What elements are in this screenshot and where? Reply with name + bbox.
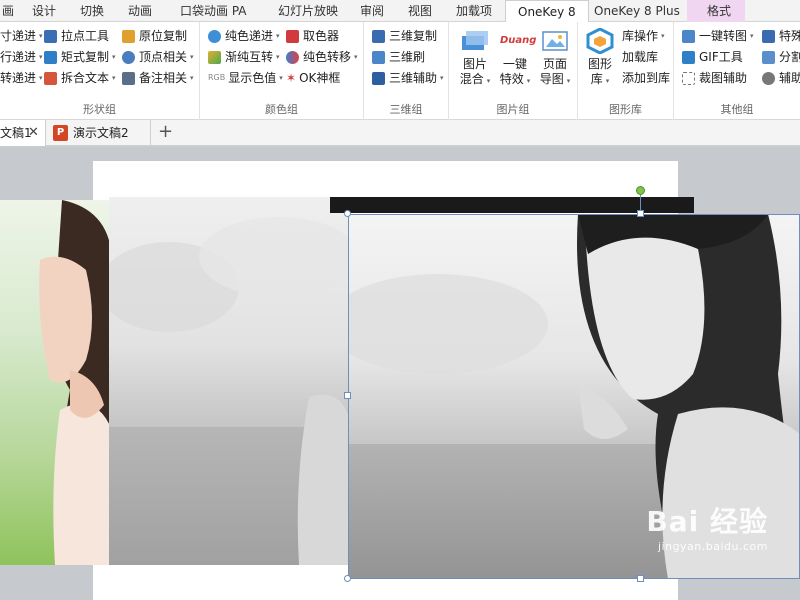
group-3d-label: 三维组 xyxy=(389,103,423,116)
duang-icon: Duang xyxy=(500,35,537,46)
group-library: 图形 库 ▾ 库操作 ▾ 加载库 添加到库 图形库 xyxy=(578,22,674,120)
split-icon xyxy=(762,50,775,64)
tab-addins[interactable]: 加载项 xyxy=(456,0,492,22)
in-place-copy-button[interactable]: 原位复制 xyxy=(122,27,187,45)
one-key-to-image-button[interactable]: 一键转图 ▾ xyxy=(682,27,754,45)
copy-icon xyxy=(122,29,135,43)
tab-view[interactable]: 视图 xyxy=(408,0,432,22)
doc-tab-2[interactable]: P 演示文稿2 xyxy=(47,120,151,146)
photo-color[interactable] xyxy=(0,200,112,565)
tab-onekey8-plus[interactable]: OneKey 8 Plus xyxy=(594,0,680,22)
split-text-button[interactable]: 拆合文本 ▾ xyxy=(44,69,116,87)
load-library-button[interactable]: 加载库 xyxy=(622,48,658,66)
shape-item-1[interactable]: 寸递进 ▾ xyxy=(0,27,43,45)
resize-handle-bottom-left[interactable] xyxy=(344,575,351,582)
3d-copy-icon xyxy=(372,29,385,43)
3d-assist-icon xyxy=(372,71,385,85)
group-image-label: 图片组 xyxy=(496,103,530,116)
resize-handle-top-left[interactable] xyxy=(344,210,351,217)
hexagon-icon xyxy=(585,27,615,55)
assist-button[interactable]: 辅助 xyxy=(762,69,800,87)
matrix-copy-button[interactable]: 矩式复制 ▾ xyxy=(44,48,116,66)
gradient-swap-button[interactable]: 渐纯互转 ▾ xyxy=(208,48,280,66)
3d-assist-button[interactable]: 三维辅助 ▾ xyxy=(372,69,444,87)
image-blend-button[interactable]: 图片 混合 ▾ xyxy=(455,28,495,89)
tab-format[interactable]: 格式 xyxy=(687,0,745,22)
group-3d: 三维复制 三维刷 三维辅助 ▾ 三维组 xyxy=(364,22,449,120)
ribbon-tab-bar: 画 设计 切换 动画 口袋动画 PA 幻灯片放映 审阅 视图 加载项 OneKe… xyxy=(0,0,800,23)
color-picker-button[interactable]: 取色器 xyxy=(286,27,339,45)
ok-frame-button[interactable]: ✶ OK神框 xyxy=(286,69,340,87)
document-tab-strip: 文稿1 ✕ P 演示文稿2 + xyxy=(0,120,800,146)
color-transfer-button[interactable]: 纯色转移 ▾ xyxy=(286,48,358,66)
solid-gradient-icon xyxy=(208,29,221,43)
star-icon: ✶ xyxy=(286,71,297,85)
gif-icon xyxy=(682,50,695,64)
3d-brush-icon xyxy=(372,50,385,64)
crop-assist-button[interactable]: 裁图辅助 xyxy=(682,69,747,87)
resize-handle-top[interactable] xyxy=(637,210,644,217)
special-icon xyxy=(762,29,775,43)
photo-grayscale-back[interactable] xyxy=(109,197,349,565)
group-shape: 寸递进 ▾ 拉点工具 原位复制 行递进 ▾ 矩式复制 ▾ 顶点相关 ▾ 转递进 ▾ 拆合文… xyxy=(0,22,200,120)
group-image: 图片 混合 ▾ Duang 一键 特效 ▾ 页面 导图 ▾ 图片组 xyxy=(449,22,578,120)
gif-tool-button[interactable]: GIF工具 xyxy=(682,48,743,66)
3d-brush-button[interactable]: 三维刷 xyxy=(372,48,425,66)
group-other-label: 其他组 xyxy=(720,103,754,116)
page-export-icon xyxy=(540,28,570,54)
matrix-copy-icon xyxy=(44,50,57,64)
doc-tab-1[interactable]: 文稿1 ✕ xyxy=(0,120,46,146)
resize-handle-left[interactable] xyxy=(344,392,351,399)
group-color: 纯色递进 ▾ 取色器 渐纯互转 ▾ 纯色转移 ▾ RGB 显示色值 ▾ ✶ OK神框 颜色组 xyxy=(200,22,364,120)
one-key-effects-button[interactable]: Duang 一键 特效 ▾ xyxy=(495,28,537,89)
shape-library-button[interactable]: 图形 库 ▾ xyxy=(582,27,618,89)
slide-canvas[interactable]: Bai 经验 jingyan.baidu.com xyxy=(0,147,800,600)
page-export-button[interactable]: 页面 导图 ▾ xyxy=(535,28,575,89)
group-other: 一键转图 ▾ 特殊 GIF工具 分割 裁图辅助 辅助 其他组 xyxy=(674,22,800,120)
resize-handle-bottom[interactable] xyxy=(637,575,644,582)
rgb-icon: RGB xyxy=(208,73,226,82)
notes-icon xyxy=(122,71,135,85)
split-text-icon xyxy=(44,71,57,85)
close-icon[interactable]: ✕ xyxy=(28,120,39,146)
notes-button[interactable]: 备注相关 ▾ xyxy=(122,69,194,87)
tab-review[interactable]: 审阅 xyxy=(360,0,384,22)
selection-frame xyxy=(348,214,800,579)
tab-onekey8[interactable]: OneKey 8 xyxy=(505,0,589,23)
color-transfer-icon xyxy=(286,50,299,64)
powerpoint-icon: P xyxy=(53,125,68,141)
add-to-library-button[interactable]: 添加到库 xyxy=(622,69,670,87)
tab-draw[interactable]: 画 xyxy=(2,0,14,22)
image-blend-icon xyxy=(460,28,490,54)
group-shape-label: 形状组 xyxy=(83,103,116,116)
vertex-icon xyxy=(122,50,135,64)
tab-animations[interactable]: 动画 xyxy=(128,0,152,22)
crop-icon xyxy=(682,71,695,85)
to-image-icon xyxy=(682,29,695,43)
3d-copy-button[interactable]: 三维复制 xyxy=(372,27,437,45)
vertex-button[interactable]: 顶点相关 ▾ xyxy=(122,48,194,66)
split-button[interactable]: 分割 xyxy=(762,48,800,66)
eyedropper-icon xyxy=(286,29,299,43)
shape-item-2[interactable]: 行递进 ▾ xyxy=(0,48,43,66)
point-tool-button[interactable]: 拉点工具 xyxy=(44,27,109,45)
tab-slideshow[interactable]: 幻灯片放映 xyxy=(278,0,338,22)
shape-item-3[interactable]: 转递进 ▾ xyxy=(0,69,43,87)
special-button[interactable]: 特殊 xyxy=(762,27,800,45)
tab-transitions[interactable]: 切换 xyxy=(80,0,104,22)
tab-design[interactable]: 设计 xyxy=(32,0,56,22)
point-tool-icon xyxy=(44,29,57,43)
tab-pocket-animation[interactable]: 口袋动画 PA xyxy=(180,0,247,22)
library-operations-button[interactable]: 库操作 ▾ xyxy=(622,27,665,45)
add-tab-button[interactable]: + xyxy=(158,120,173,144)
show-color-value-button[interactable]: RGB 显示色值 ▾ xyxy=(208,69,283,87)
ribbon-body: 寸递进 ▾ 拉点工具 原位复制 行递进 ▾ 矩式复制 ▾ 顶点相关 ▾ 转递进 ▾ 拆合文… xyxy=(0,22,800,120)
rotate-handle[interactable] xyxy=(636,186,645,195)
gradient-swap-icon xyxy=(208,50,221,64)
magnifier-icon xyxy=(762,71,775,85)
group-library-label: 图形库 xyxy=(609,103,642,116)
solid-gradient-button[interactable]: 纯色递进 ▾ xyxy=(208,27,280,45)
group-color-label: 颜色组 xyxy=(265,103,298,116)
